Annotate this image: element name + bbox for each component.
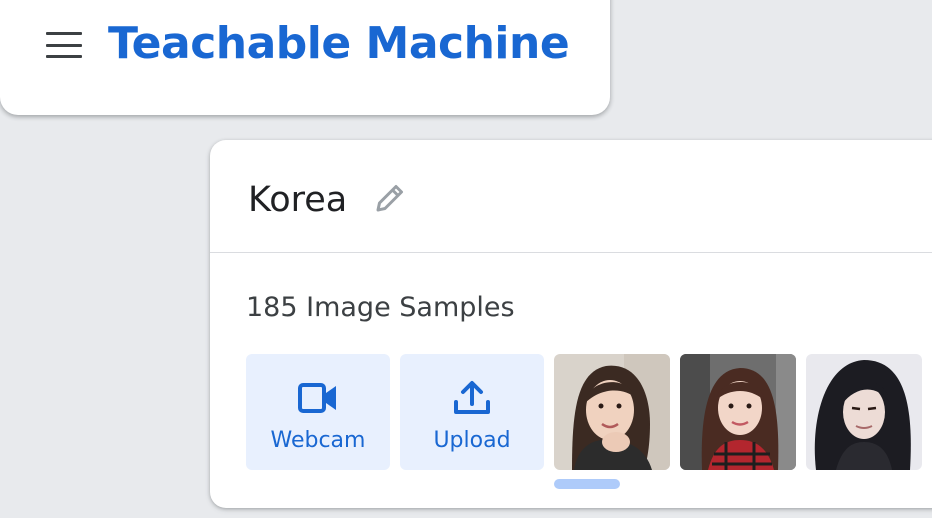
class-name[interactable]: Korea bbox=[248, 180, 347, 220]
webcam-button[interactable]: Webcam bbox=[246, 354, 390, 470]
app-header: Teachable Machine bbox=[0, 0, 610, 115]
webcam-label: Webcam bbox=[270, 428, 366, 453]
sample-image-1[interactable] bbox=[554, 354, 670, 470]
upload-icon bbox=[454, 381, 490, 414]
sample-image-2[interactable] bbox=[680, 354, 796, 470]
scroll-indicator[interactable] bbox=[554, 479, 620, 489]
upload-button[interactable]: Upload bbox=[400, 354, 544, 470]
hamburger-menu-icon[interactable] bbox=[46, 32, 82, 58]
app-title[interactable]: Teachable Machine bbox=[108, 18, 570, 69]
upload-label: Upload bbox=[433, 428, 511, 453]
card-divider bbox=[210, 252, 932, 253]
pencil-icon[interactable] bbox=[370, 178, 410, 218]
sample-image-3[interactable] bbox=[806, 354, 922, 470]
videocam-icon bbox=[298, 383, 336, 413]
class-card: Korea 185 Image Samples Webcam Upload bbox=[210, 140, 932, 508]
samples-count: 185 Image Samples bbox=[246, 292, 515, 323]
